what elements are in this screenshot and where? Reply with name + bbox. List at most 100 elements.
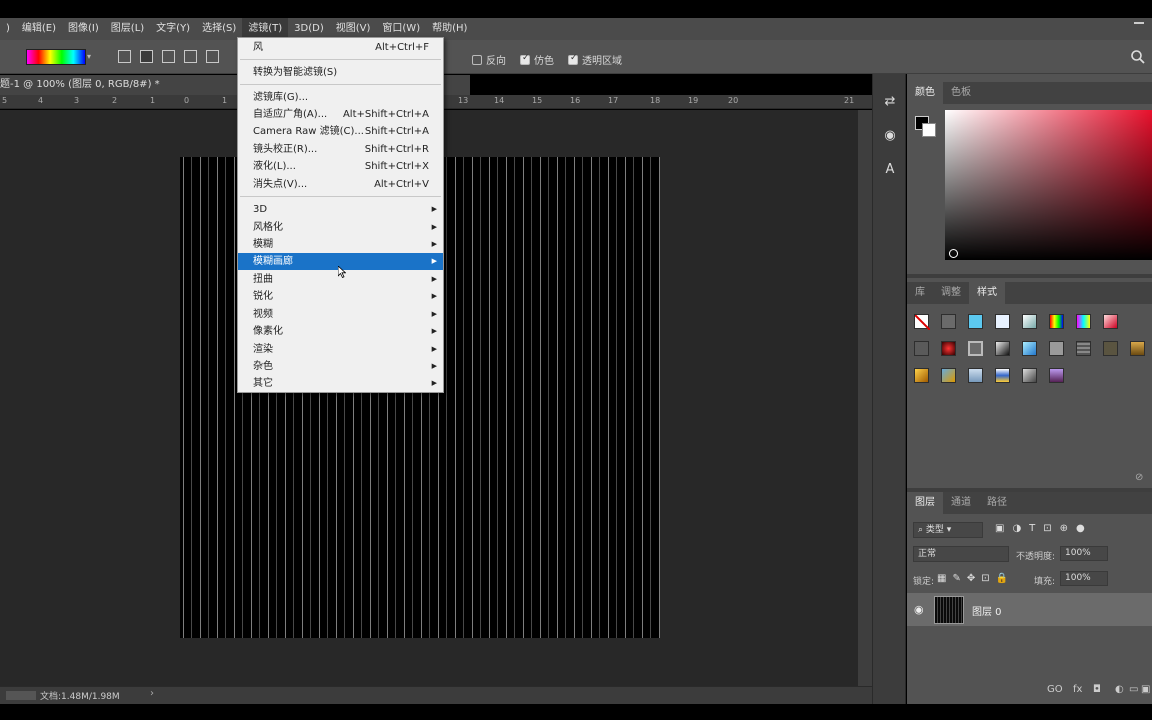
style-swatch[interactable]	[914, 368, 929, 383]
style-swatch[interactable]	[995, 341, 1010, 356]
menu-item-adaptive-wide-angle[interactable]: 自适应广角(A)... Alt+Shift+Ctrl+A	[238, 106, 443, 123]
reverse-checkbox[interactable]	[472, 54, 482, 65]
dither-checkbox[interactable]	[520, 53, 530, 65]
style-none[interactable]	[914, 314, 931, 331]
style-swatch[interactable]	[995, 314, 1010, 329]
menu-item-noise[interactable]: 杂色 ▶	[238, 358, 443, 375]
menu-item-render[interactable]: 渲染 ▶	[238, 341, 443, 358]
style-swatch[interactable]	[1130, 341, 1145, 356]
menu-item-convert-smart-filter[interactable]: 转换为智能滤镜(S)	[238, 64, 443, 81]
menu-item-camera-raw[interactable]: Camera Raw 滤镜(C)... Shift+Ctrl+A	[238, 123, 443, 140]
ruler-number: 17	[608, 96, 619, 105]
menu-item-stylize[interactable]: 风格化 ▶	[238, 219, 443, 236]
angle-gradient-icon[interactable]	[162, 50, 175, 63]
style-swatch[interactable]	[1103, 341, 1118, 356]
style-swatch[interactable]	[968, 341, 983, 356]
history-icon[interactable]: ⇄	[882, 94, 898, 110]
ruler-number: 21	[844, 96, 855, 105]
vertical-scrollbar[interactable]	[858, 110, 872, 686]
menu-item-lens-correction[interactable]: 镜头校正(R)... Shift+Ctrl+R	[238, 141, 443, 158]
style-swatch[interactable]	[1049, 341, 1064, 356]
submenu-arrow-icon: ▶	[431, 275, 437, 283]
style-swatch[interactable]	[1049, 314, 1064, 329]
style-swatch[interactable]	[968, 314, 983, 329]
menu-image[interactable]: 图像(I)	[62, 18, 105, 40]
chevron-right-icon[interactable]: ›	[150, 688, 154, 699]
style-swatch[interactable]	[941, 314, 956, 329]
search-icon[interactable]	[1130, 49, 1146, 65]
tab-color[interactable]: 颜色	[907, 82, 943, 104]
blend-mode-select[interactable]: 正常	[913, 546, 1009, 562]
menu-prev-truncated[interactable]: )	[0, 18, 16, 40]
link-layers-icon[interactable]: GO	[1047, 684, 1063, 695]
tab-adjustments[interactable]: 调整	[933, 282, 969, 304]
menu-item-label: 消失点(V)...	[253, 179, 308, 190]
tab-channels[interactable]: 通道	[943, 492, 979, 514]
background-color[interactable]	[922, 123, 936, 137]
menu-item-other[interactable]: 其它 ▶	[238, 375, 443, 392]
style-swatch[interactable]	[995, 368, 1010, 383]
layer-name[interactable]: 图层 0	[972, 603, 1002, 618]
tab-swatches[interactable]: 色板	[943, 82, 979, 104]
character-icon[interactable]: A	[882, 162, 898, 178]
menu-select[interactable]: 选择(S)	[196, 18, 242, 40]
new-layer-icon[interactable]: ▣	[1141, 684, 1150, 695]
style-swatch[interactable]	[941, 341, 956, 356]
group-icon[interactable]: ▭	[1129, 684, 1138, 695]
menu-item-label: 锐化	[253, 291, 273, 302]
menu-item-video[interactable]: 视频 ▶	[238, 306, 443, 323]
fx-icon[interactable]: fx	[1073, 684, 1082, 695]
menu-item-blur[interactable]: 模糊 ▶	[238, 236, 443, 253]
gradient-preview[interactable]	[26, 49, 86, 65]
style-swatch[interactable]	[1049, 368, 1064, 383]
minimize-icon[interactable]	[1134, 22, 1144, 24]
style-swatch[interactable]	[941, 368, 956, 383]
tab-layers[interactable]: 图层	[907, 492, 943, 514]
menu-item-filter-gallery[interactable]: 滤镜库(G)...	[238, 89, 443, 106]
linear-gradient-icon[interactable]	[118, 50, 131, 63]
reverse-option[interactable]: 反向	[472, 52, 506, 67]
style-swatch[interactable]	[914, 341, 929, 356]
reflected-gradient-icon[interactable]	[184, 50, 197, 63]
transparency-checkbox[interactable]	[568, 53, 578, 65]
style-swatch[interactable]	[1076, 341, 1091, 356]
style-swatch[interactable]	[1022, 341, 1037, 356]
adjustment-icon[interactable]: ◐	[1115, 684, 1124, 695]
opacity-field[interactable]: 100%	[1060, 546, 1108, 561]
fill-field[interactable]: 100%	[1060, 571, 1108, 586]
layer-row[interactable]: ◉ 图层 0	[907, 593, 1152, 626]
tab-paths[interactable]: 路径	[979, 492, 1015, 514]
menu-item-vanishing-point[interactable]: 消失点(V)... Alt+Ctrl+V	[238, 176, 443, 193]
diamond-gradient-icon[interactable]	[206, 50, 219, 63]
menu-item-pixelate[interactable]: 像素化 ▶	[238, 323, 443, 340]
menu-item-sharpen[interactable]: 锐化 ▶	[238, 288, 443, 305]
color-picker-handle[interactable]	[949, 249, 958, 258]
style-swatch[interactable]	[1022, 314, 1037, 329]
layer-filter-icons[interactable]: ▣◑T⊡⊕●	[995, 523, 1093, 534]
color-field[interactable]	[945, 110, 1152, 260]
transparency-option[interactable]: 透明区域	[568, 52, 622, 67]
style-swatch[interactable]	[968, 368, 983, 383]
properties-icon[interactable]: ◉	[882, 128, 898, 144]
eye-icon[interactable]: ◉	[914, 603, 924, 616]
menu-item-wind[interactable]: 风 Alt+Ctrl+F	[238, 39, 443, 56]
lock-icons[interactable]: ▦✎✥⊡🔒	[937, 573, 1014, 584]
tab-styles[interactable]: 样式	[969, 282, 1005, 304]
zoom-field[interactable]	[6, 691, 36, 700]
tab-libraries[interactable]: 库	[907, 282, 933, 304]
menu-edit[interactable]: 编辑(E)	[16, 18, 62, 40]
mask-icon[interactable]: ◘	[1093, 684, 1101, 695]
layer-filter-select[interactable]: ⌕ 类型 ▾	[913, 522, 983, 538]
menu-item-3d[interactable]: 3D ▶	[238, 201, 443, 218]
layer-thumbnail[interactable]	[934, 596, 964, 624]
style-swatch[interactable]	[1076, 314, 1091, 329]
menu-layer[interactable]: 图层(L)	[105, 18, 150, 40]
style-swatch[interactable]	[1022, 368, 1037, 383]
menu-type[interactable]: 文字(Y)	[150, 18, 196, 40]
dither-option[interactable]: 仿色	[520, 52, 554, 67]
chevron-down-icon[interactable]: ▾	[87, 49, 97, 65]
style-swatch[interactable]	[1103, 314, 1118, 329]
radial-gradient-icon[interactable]	[140, 50, 153, 63]
menu-item-liquify[interactable]: 液化(L)... Shift+Ctrl+X	[238, 158, 443, 175]
delete-style-icon[interactable]: ⊘	[1135, 472, 1143, 483]
